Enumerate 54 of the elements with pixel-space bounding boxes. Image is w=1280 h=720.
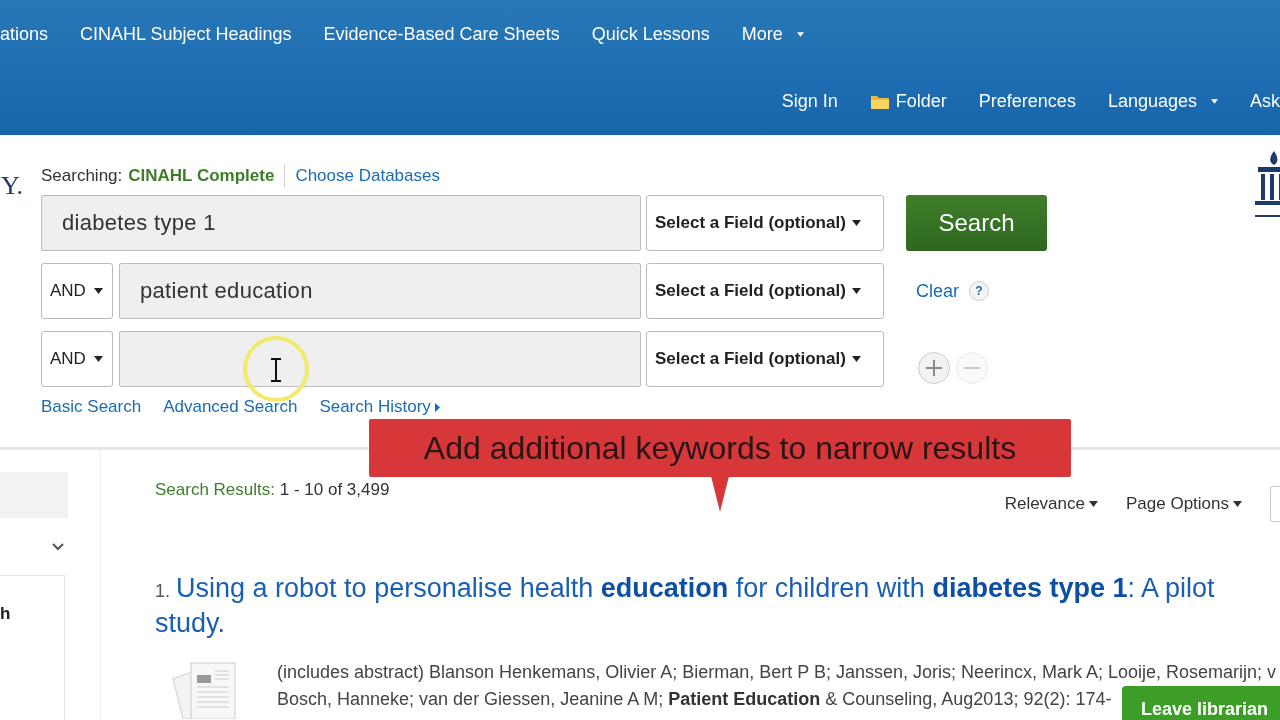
plus-icon xyxy=(925,359,943,377)
menu-link[interactable]: More xyxy=(725,23,820,45)
add-row-button[interactable] xyxy=(918,352,950,384)
caret-icon xyxy=(93,288,103,294)
sidebar-text: h xyxy=(0,604,11,624)
nav-link[interactable]: Preferences xyxy=(962,91,1092,112)
dropdown-edge[interactable] xyxy=(1270,486,1280,522)
database-name: CINAHL Complete xyxy=(128,166,275,186)
page-options-dropdown[interactable]: Page Options xyxy=(1126,494,1242,514)
search-input[interactable] xyxy=(119,331,641,387)
result-details: (includes abstract) Blanson Henkemans, Olivier A; Bierman, Bert P B; Janssen, Joris; Neerincx, Mark A; Looije, Rosemarijn; v xyxy=(277,661,1277,684)
caret-icon xyxy=(93,356,103,362)
folder-link[interactable]: Folder xyxy=(853,91,963,112)
minus-icon xyxy=(964,367,980,369)
caret-icon xyxy=(796,31,804,37)
result-details: Bosch, Hanneke; van der Giessen, Jeanine A M; Patient Education & Counseling, Aug2013; 92(2): 174- xyxy=(277,688,1112,711)
sort-dropdown[interactable]: Relevance xyxy=(1004,494,1098,514)
field-dropdown[interactable]: Select a Field (optional) xyxy=(646,195,884,251)
search-mode-link[interactable]: Advanced Search xyxy=(163,397,298,417)
search-mode-link[interactable]: Search History xyxy=(319,397,440,417)
menu-link[interactable]: Languages xyxy=(1091,91,1234,112)
results-count: 1 - 10 of 3,499 xyxy=(279,480,390,499)
caret-icon xyxy=(1233,501,1242,507)
field-dropdown[interactable]: Select a Field (optional) xyxy=(646,331,884,387)
nav-link[interactable]: ations xyxy=(0,23,65,45)
folder-icon xyxy=(869,93,890,110)
callout-tooltip: Add additional keywords to narrow results xyxy=(369,419,1071,477)
chat-button[interactable]: Leave librarian xyxy=(1122,686,1280,720)
search-mode-link[interactable]: Basic Search xyxy=(41,397,142,417)
searching-label: Searching: xyxy=(41,166,123,186)
nav-link[interactable]: Quick Lessons xyxy=(575,23,726,45)
operator-dropdown[interactable]: AND xyxy=(41,263,113,319)
logo-text: Y. xyxy=(1,171,23,201)
search-input[interactable]: patient education xyxy=(119,263,641,319)
nav-link[interactable]: CINAHL Subject Headings xyxy=(64,23,308,45)
caret-icon xyxy=(851,288,861,294)
results-label: Search Results: xyxy=(155,480,275,499)
search-input[interactable]: diabetes type 1 xyxy=(41,195,641,251)
caret-icon xyxy=(434,402,440,412)
result-title-link[interactable]: 1. Using a robot to personalise health education for children with diabetes type 1: A pilot study. xyxy=(155,572,1245,639)
field-dropdown[interactable]: Select a Field (optional) xyxy=(646,263,884,319)
caret-icon xyxy=(851,220,861,226)
chevron-down-icon[interactable] xyxy=(52,543,64,551)
nav-link[interactable]: Evidence-Based Care Sheets xyxy=(307,23,576,45)
operator-dropdown[interactable]: AND xyxy=(41,331,113,387)
caret-icon xyxy=(1211,99,1218,104)
caret-icon xyxy=(1089,501,1098,507)
help-icon[interactable]: ? xyxy=(969,281,989,301)
choose-databases-link[interactable]: Choose Databases xyxy=(295,166,440,186)
nav-link[interactable]: Ask xyxy=(1234,91,1280,112)
caret-icon xyxy=(851,356,861,362)
nav-link[interactable]: Sign In xyxy=(765,91,854,112)
search-button[interactable]: Search xyxy=(906,195,1047,251)
clear-link[interactable]: Clear xyxy=(916,280,959,302)
